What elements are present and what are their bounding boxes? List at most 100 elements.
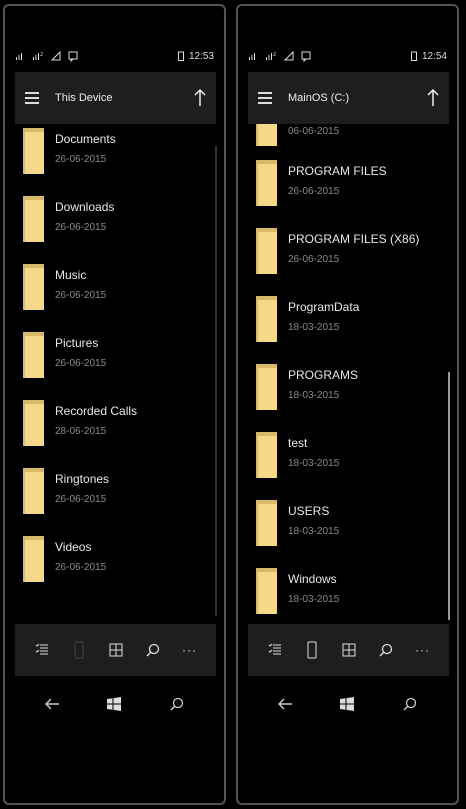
status-time: 12:53 xyxy=(188,50,214,62)
more-button[interactable]: ··· xyxy=(180,640,200,660)
list-item[interactable]: Videos 26-06-2015 xyxy=(23,536,214,596)
phone-device-icon[interactable] xyxy=(302,640,322,660)
folder-icon xyxy=(256,500,277,546)
header-bar: This Device xyxy=(15,72,216,124)
folder-icon xyxy=(23,400,44,446)
folder-icon xyxy=(23,196,44,242)
message-icon xyxy=(68,51,78,62)
status-bar: 2 12:53 xyxy=(5,44,224,68)
item-date: 18-03-2015 xyxy=(288,390,340,401)
nav-bar xyxy=(5,684,224,724)
hamburger-icon[interactable] xyxy=(25,89,39,107)
folder-icon xyxy=(23,332,44,378)
status-time: 12:54 xyxy=(421,50,447,62)
folder-icon xyxy=(23,264,44,310)
item-name: Pictures xyxy=(55,336,99,350)
phone-screen-right: 2 12:54 MainOS (C:) .06-06-2015 PROGRAM … xyxy=(236,4,459,805)
folder-icon xyxy=(256,160,277,206)
item-date: 18-03-2015 xyxy=(288,594,340,605)
item-date: 26-06-2015 xyxy=(55,494,107,505)
folder-icon xyxy=(256,364,277,410)
item-name: test xyxy=(288,436,308,450)
status-bar: 2 12:54 xyxy=(238,44,457,68)
windows-logo-icon[interactable] xyxy=(337,694,357,714)
folder-icon xyxy=(256,228,277,274)
list-item[interactable]: Documents 26-06-2015 xyxy=(23,128,214,188)
item-name: Documents xyxy=(55,132,116,146)
list-item[interactable]: PROGRAM FILES 26-06-2015 xyxy=(256,160,447,220)
search-icon[interactable] xyxy=(400,694,420,714)
list-item[interactable]: Music 26-06-2015 xyxy=(23,264,214,324)
nav-bar xyxy=(238,684,457,724)
search-icon[interactable] xyxy=(376,640,396,660)
hamburger-icon[interactable] xyxy=(258,89,272,107)
back-arrow-icon[interactable] xyxy=(275,694,295,714)
item-date: 26-06-2015 xyxy=(55,562,107,573)
search-icon[interactable] xyxy=(143,640,163,660)
item-date: 26-06-2015 xyxy=(55,222,107,233)
item-name: Music xyxy=(55,268,87,282)
up-arrow-icon[interactable] xyxy=(425,88,441,108)
select-list-icon[interactable] xyxy=(265,640,285,660)
item-date: 26-06-2015 xyxy=(288,186,340,197)
list-item[interactable]: test 18-03-2015 xyxy=(256,432,447,492)
scrollbar[interactable] xyxy=(448,372,450,620)
list-item[interactable]: PROGRAMS 18-03-2015 xyxy=(256,364,447,424)
item-name: PROGRAM FILES xyxy=(288,164,387,178)
svg-text:2: 2 xyxy=(273,52,276,58)
app-bar: ··· xyxy=(248,624,449,676)
scrollbar[interactable] xyxy=(215,146,217,616)
page-title: MainOS (C:) xyxy=(288,92,350,104)
folder-list[interactable]: Documents 26-06-2015 Downloads 26-06-2015 … xyxy=(5,124,224,623)
folder-icon xyxy=(256,432,277,478)
item-date: 18-03-2015 xyxy=(288,458,340,469)
folder-icon xyxy=(23,468,44,514)
battery-icon xyxy=(177,51,184,61)
item-date: 26-06-2015 xyxy=(55,154,107,165)
grid-view-icon[interactable] xyxy=(106,640,126,660)
list-item[interactable]: Downloads 26-06-2015 xyxy=(23,196,214,256)
svg-text:2: 2 xyxy=(40,52,43,58)
item-date: 28-06-2015 xyxy=(55,426,107,437)
back-arrow-icon[interactable] xyxy=(42,694,62,714)
item-date: 26-06-2015 xyxy=(288,254,340,265)
item-date: 26-06-2015 xyxy=(55,358,107,369)
app-bar: ··· xyxy=(15,624,216,676)
item-name: PROGRAMS xyxy=(288,368,359,382)
list-item[interactable]: .06-06-2015 xyxy=(256,124,447,160)
wifi-icon xyxy=(51,51,61,61)
list-item[interactable]: ProgramData 18-03-2015 xyxy=(256,296,447,356)
list-item[interactable]: Windows 18-03-2015 xyxy=(256,568,447,623)
grid-view-icon[interactable] xyxy=(339,640,359,660)
windows-logo-icon[interactable] xyxy=(104,694,124,714)
signal-icon xyxy=(249,53,255,60)
list-item[interactable]: Pictures 26-06-2015 xyxy=(23,332,214,392)
message-icon xyxy=(301,51,311,62)
item-name: Recorded Calls xyxy=(55,404,138,418)
list-item[interactable]: Recorded Calls 28-06-2015 xyxy=(23,400,214,460)
list-item[interactable]: PROGRAM FILES (X86) 26-06-2015 xyxy=(256,228,447,288)
folder-list[interactable]: .06-06-2015 PROGRAM FILES 26-06-2015 PROG… xyxy=(238,124,457,623)
list-item[interactable]: Ringtones 26-06-2015 xyxy=(23,468,214,528)
folder-icon xyxy=(256,568,277,614)
list-item[interactable]: USERS 18-03-2015 xyxy=(256,500,447,560)
signal-icon: 2 xyxy=(266,52,276,60)
item-date: 06-06-2015 xyxy=(288,126,340,137)
battery-icon xyxy=(410,51,417,61)
search-icon[interactable] xyxy=(167,694,187,714)
item-name: Downloads xyxy=(55,200,115,214)
signal-icon xyxy=(16,53,22,60)
folder-icon xyxy=(256,124,277,146)
select-list-icon[interactable] xyxy=(32,640,52,660)
item-date: 18-03-2015 xyxy=(288,322,340,333)
page-title: This Device xyxy=(55,92,113,104)
item-name: Videos xyxy=(55,540,92,554)
item-name: PROGRAM FILES (X86) xyxy=(288,232,420,246)
folder-icon xyxy=(23,536,44,582)
signal-icon: 2 xyxy=(33,52,43,60)
more-button[interactable]: ··· xyxy=(413,640,433,660)
up-arrow-icon[interactable] xyxy=(192,88,208,108)
phone-screen-left: 2 12:53 This Device Documents 26-06-2015 … xyxy=(3,4,226,805)
phone-device-icon[interactable] xyxy=(69,640,89,660)
item-name: ProgramData xyxy=(288,300,360,314)
